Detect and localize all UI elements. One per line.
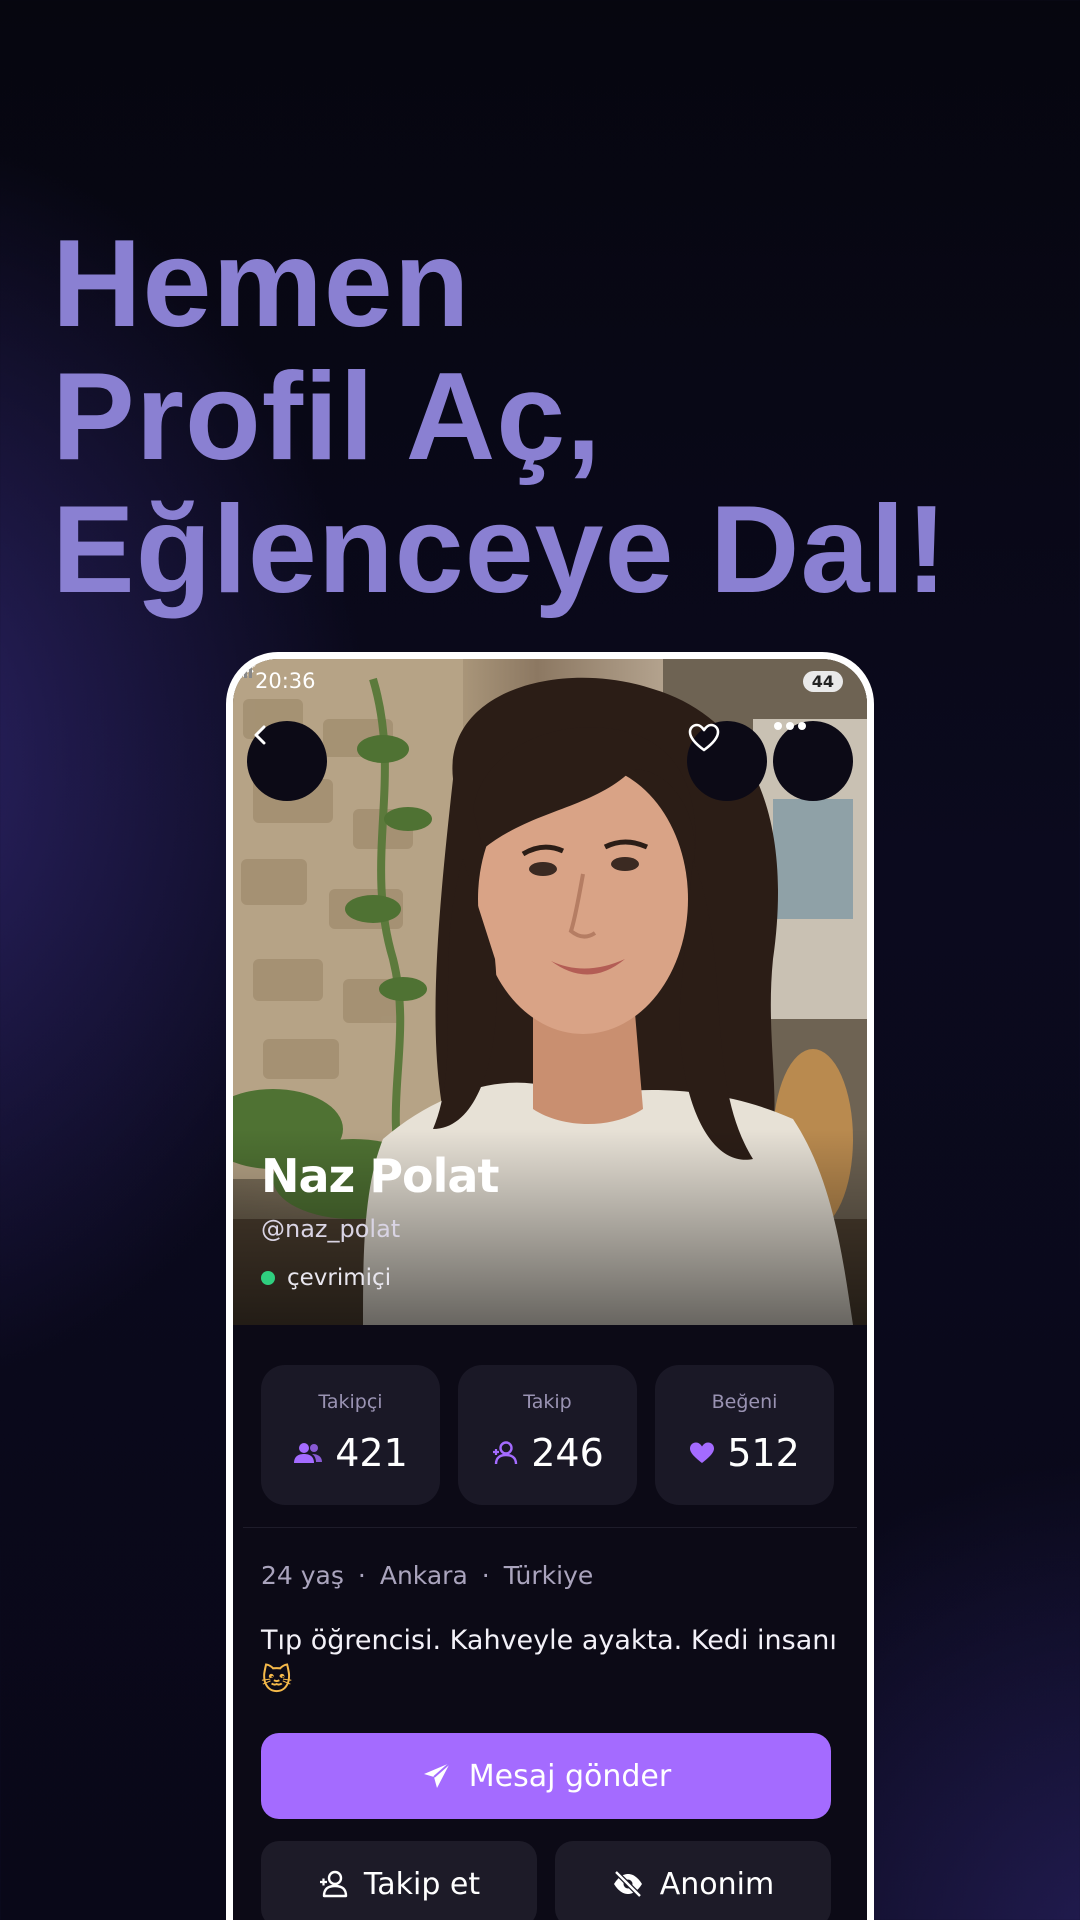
heart-icon <box>690 1442 715 1463</box>
stat-following-label: Takip <box>523 1391 572 1413</box>
follow-label: Takip et <box>363 1866 481 1902</box>
online-status-label: çevrimiçi <box>287 1265 392 1291</box>
follow-button[interactable]: Takip et <box>261 1841 537 1920</box>
bio-text: Tıp öğrencisi. Kahveyle ayakta. Kedi ins… <box>261 1625 837 1656</box>
status-bar: 20:36 44 <box>233 659 867 703</box>
stat-followers-label: Takipçi <box>318 1391 383 1413</box>
divider <box>243 1527 857 1528</box>
stat-following-value: 246 <box>531 1431 604 1475</box>
more-horizontal-icon <box>774 722 806 730</box>
profile-photo: 20:36 44 Naz Polat @naz_polat çevrimiçi <box>233 659 867 1325</box>
headline: Hemen Profil Aç, Eğlenceye Dal! <box>52 218 1052 617</box>
meta-separator: · <box>357 1561 366 1590</box>
online-dot-icon <box>261 1271 275 1285</box>
eye-off-icon <box>613 1870 642 1898</box>
profile-bio: Tıp öğrencisi. Kahveyle ayakta. Kedi ins… <box>261 1621 841 1702</box>
stat-likes-value: 512 <box>727 1431 800 1475</box>
chevron-left-icon <box>254 725 266 745</box>
phone-frame: 20:36 44 Naz Polat @naz_polat çevrimiçi … <box>226 652 874 1920</box>
profile-name: Naz Polat <box>261 1149 499 1203</box>
cat-emoji-icon: 🐱 <box>261 1663 293 1698</box>
profile-meta: 24 yaş · Ankara · Türkiye <box>261 1561 593 1590</box>
profile-age: 24 yaş <box>261 1561 344 1590</box>
add-user-icon <box>319 1870 348 1898</box>
stat-likes[interactable]: Beğeni 512 <box>655 1365 834 1505</box>
headline-line-3: Eğlenceye Dal! <box>52 481 949 619</box>
profile-stats: Takipçi 421 Takip 246 Beğeni 512 <box>261 1365 834 1505</box>
send-icon <box>423 1762 451 1788</box>
profile-country: Türkiye <box>503 1561 594 1590</box>
signal-icon <box>234 660 252 678</box>
favorite-button[interactable] <box>687 721 767 801</box>
status-icons: 44 <box>234 660 843 692</box>
anonymous-label: Anonim <box>659 1866 775 1902</box>
online-status: çevrimiçi <box>261 1265 391 1291</box>
profile-handle: @naz_polat <box>261 1215 401 1243</box>
profile-city: Ankara <box>379 1561 468 1590</box>
back-button[interactable] <box>247 721 327 801</box>
status-time: 20:36 <box>255 669 316 693</box>
anonymous-button[interactable]: Anonim <box>555 1841 831 1920</box>
stat-followers[interactable]: Takipçi 421 <box>261 1365 440 1505</box>
more-options-button[interactable] <box>773 721 853 801</box>
stat-followers-value: 421 <box>335 1431 408 1475</box>
stat-likes-label: Beğeni <box>711 1391 778 1413</box>
heart-outline-icon <box>688 723 720 752</box>
send-message-button[interactable]: Mesaj gönder <box>261 1733 831 1819</box>
meta-separator: · <box>481 1561 490 1590</box>
stat-following[interactable]: Takip 246 <box>458 1365 637 1505</box>
battery-indicator: 44 <box>802 670 843 692</box>
following-icon <box>493 1441 518 1465</box>
followers-icon <box>294 1443 323 1463</box>
send-message-label: Mesaj gönder <box>468 1758 672 1794</box>
headline-line-1: Hemen <box>52 215 471 353</box>
headline-line-2: Profil Aç, <box>52 348 602 486</box>
